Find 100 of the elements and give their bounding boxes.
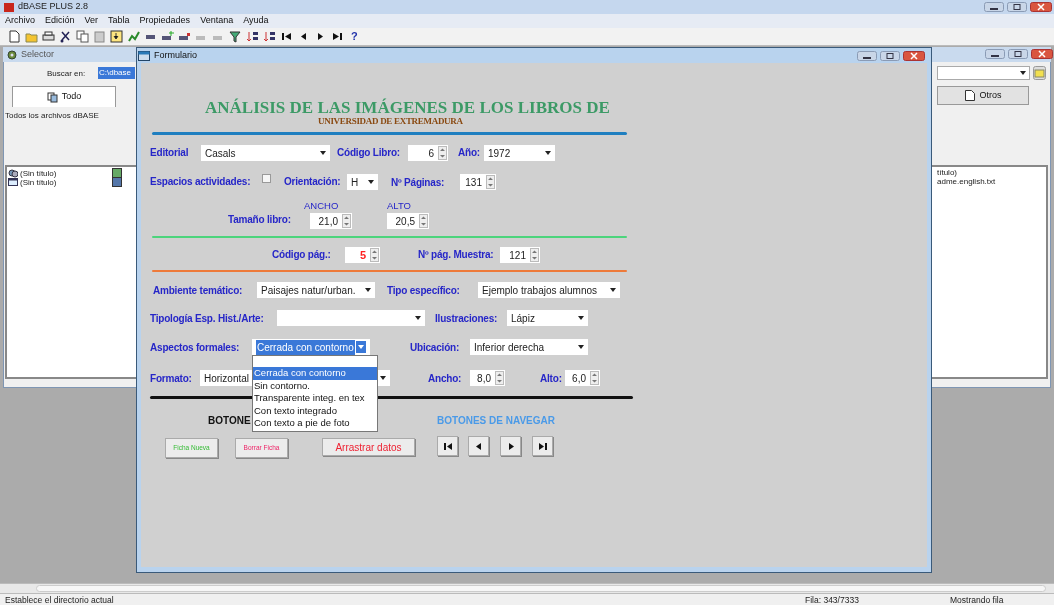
spin-box[interactable]: 8,0 [470,370,505,386]
file-name[interactable]: adme.english.txt [937,177,996,186]
nav-button[interactable] [532,436,553,456]
help-button[interactable]: ? [351,28,358,45]
menu-item[interactable]: Ventana [200,14,234,28]
document-icon [964,90,976,101]
spin-box[interactable]: 6,0 [565,370,600,386]
field-label: Ilustraciones: [435,313,498,325]
spin-box[interactable]: 5 [345,247,380,263]
open-folder-icon[interactable] [25,30,38,43]
file-name[interactable]: título) [937,168,957,177]
checkbox[interactable] [262,174,271,183]
menu-item[interactable]: Ayuda [243,14,269,28]
menu-item[interactable]: Archivo [5,14,35,28]
print-icon[interactable] [42,30,55,43]
caret-icon [578,316,584,320]
dropdown[interactable]: Cerrada con contorno [252,339,370,355]
minimize-button[interactable] [985,49,1005,59]
close-button[interactable] [1031,49,1053,59]
field-label: Formato: [150,373,192,385]
sort-descending-icon[interactable] [263,30,276,43]
add-record-icon[interactable] [161,30,174,43]
field-label: Año: [458,147,480,159]
tab[interactable]: Otros [937,86,1029,105]
maximize-button[interactable] [1008,49,1028,59]
app-logo [4,2,14,12]
status-text: Mostrando fila [950,595,1004,605]
maximize-button[interactable] [880,51,900,61]
menu-item[interactable]: Propiedades [139,14,191,28]
dropdown[interactable]: H [347,174,378,190]
dropdown-option[interactable]: Con texto a pie de foto [253,417,377,430]
previous-record-icon [473,441,484,451]
table-icon [112,168,122,178]
search-field[interactable]: C:\dbase [98,67,135,79]
nav-button[interactable] [437,436,458,456]
filter-icon[interactable] [229,30,242,43]
form-design-icon[interactable] [110,30,123,43]
form-subheading: UNIVERSIDAD DE EXTREMADURA [318,116,463,126]
field-label: Tipología Esp. Hist./Arte: [150,313,264,325]
horizontal-scrollbar[interactable] [0,583,1054,594]
spin-value: 5 [358,247,367,263]
field-label: Alto: [540,373,562,385]
window-title: Formulario [154,48,197,62]
edit-record-icon[interactable] [178,30,191,43]
caret-icon [365,288,371,292]
dropdown[interactable]: 1972 [484,145,555,161]
nav-button[interactable] [500,436,521,456]
section-heading: BOTONES DE NAVEGAR [437,415,555,427]
file-name[interactable]: (Sin título) [20,177,57,187]
cut-icon[interactable] [59,30,72,43]
new-document-icon[interactable] [8,30,21,43]
column-caption: ANCHO [304,200,339,211]
menu-item[interactable]: Ver [84,14,99,28]
first-record-icon[interactable] [280,30,293,43]
sort-ascending-icon[interactable] [246,30,259,43]
field-label: Editorial [150,147,189,159]
spinner-arrows-icon [495,371,504,385]
minimize-button[interactable] [857,51,877,61]
form-button[interactable]: Arrastrar datos [322,438,415,456]
tab[interactable]: Todo [12,86,116,107]
column-caption: ALTO [387,200,411,211]
file-name[interactable]: (Sin título) [20,168,57,178]
copy-icon[interactable] [76,30,89,43]
spin-box[interactable]: 6 [408,145,448,161]
caret-icon [368,180,374,184]
last-record-icon [537,441,548,451]
dropdown[interactable]: Lápiz [507,310,588,326]
field-label: Ubicación: [410,342,460,354]
last-record-icon[interactable] [331,30,344,43]
spinner-arrows-icon [590,371,599,385]
dropdown-option[interactable]: Transparente integ. en tex [253,392,377,405]
maximize-button[interactable] [1007,2,1027,12]
section-heading: BOTONE [208,415,251,427]
spinner-arrows-icon [486,175,495,189]
chart-icon[interactable] [127,30,140,43]
menu-item[interactable]: Tabla [108,14,130,28]
search-label: Buscar en: [47,68,86,80]
field-label: Aspectos formales: [150,342,240,354]
dropdown[interactable]: Casals [201,145,330,161]
spin-box[interactable]: 21,0 [310,213,352,229]
close-button[interactable] [1030,2,1052,12]
dropdown-option[interactable]: Con texto integrado [253,404,377,417]
spinner-arrows-icon [342,214,351,228]
minimize-button[interactable] [984,2,1004,12]
field-label: Tamaño libro: [228,214,291,226]
spin-box[interactable]: 131 [460,174,496,190]
dropdown-option[interactable]: Sin contorno. [253,379,377,392]
dropdown[interactable]: Inferior derecha [470,339,588,355]
spin-box[interactable]: 20,5 [387,213,429,229]
caret-icon [545,151,551,155]
nav-button[interactable] [468,436,489,456]
dropdown[interactable]: Paisajes natur/urban. [257,282,375,298]
dropdown[interactable]: Ejemplo trabajos alumnos [478,282,620,298]
spinner-arrows-icon [370,248,379,262]
dropdown-option[interactable]: Cerrada con contorno [253,367,377,380]
menu-item[interactable]: Edición [45,14,75,28]
caret-icon [415,316,421,320]
spin-box[interactable]: 121 [500,247,540,263]
form-icon [8,177,18,187]
close-button[interactable] [903,51,925,61]
